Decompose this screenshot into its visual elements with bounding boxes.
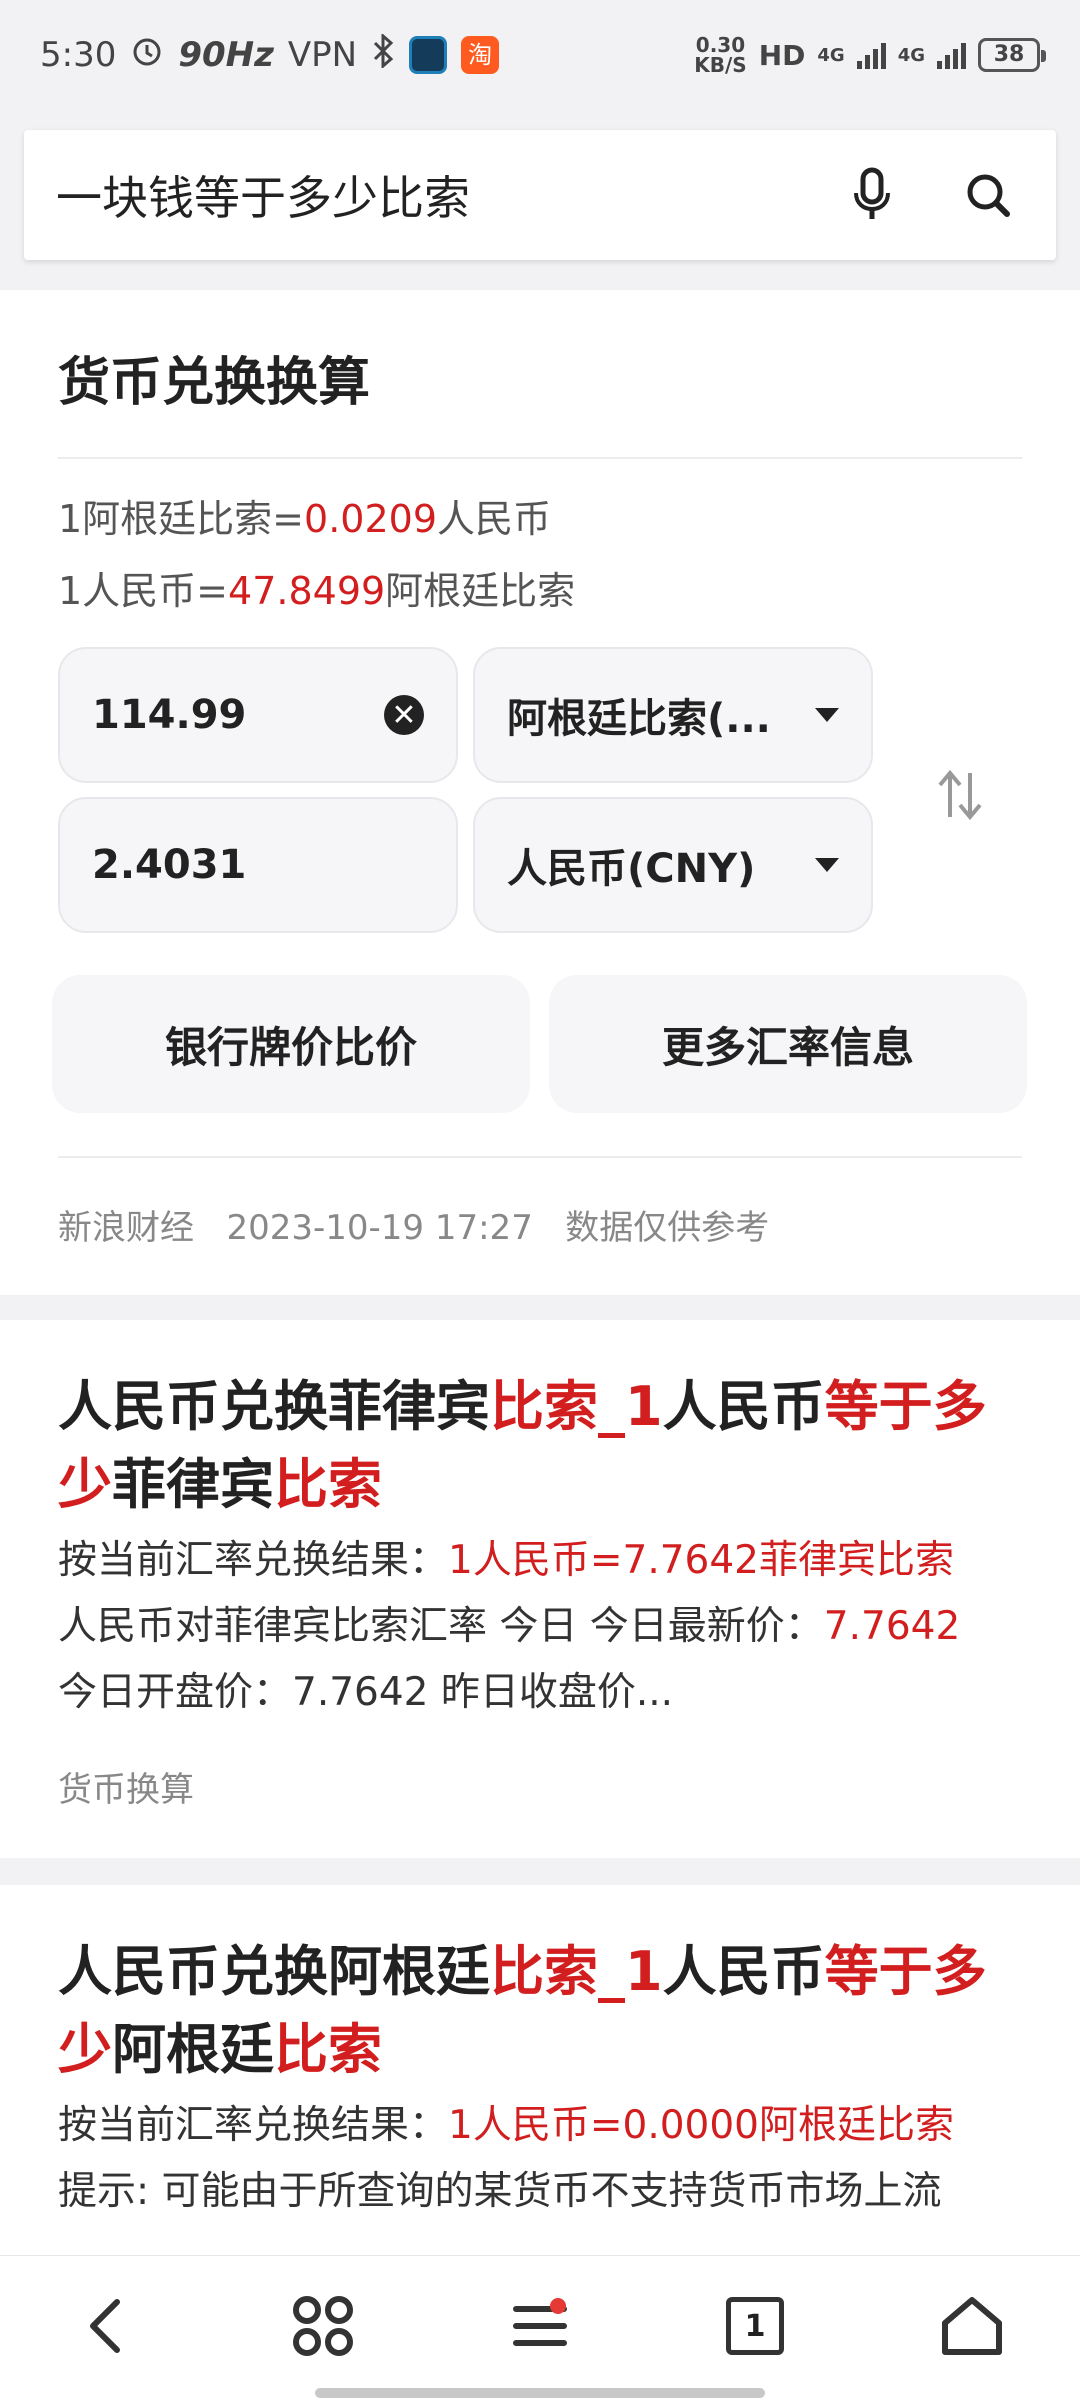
title-part: 人民币 <box>662 1375 825 1438</box>
rate-value: 47.8499 <box>228 569 386 613</box>
title-part-highlight: _1 <box>598 1375 663 1438</box>
from-amount-field[interactable]: 114.99 ✕ <box>58 647 458 783</box>
dropdown-arrow-icon <box>815 708 839 722</box>
battery-icon: 38 <box>978 38 1046 72</box>
swap-currency-icon[interactable] <box>930 760 990 830</box>
converter-title: 货币兑换换算 <box>58 353 371 413</box>
snippet-highlight: 7.7642 <box>823 1604 961 1649</box>
title-part: 人民币兑换阿根廷 <box>58 1940 490 2003</box>
refresh-rate-indicator: 90Hz <box>178 35 274 75</box>
to-amount-field[interactable]: 2.4031 <box>58 797 458 933</box>
title-part-highlight: _1 <box>598 1940 663 2003</box>
title-part: 人民币 <box>662 1940 825 2003</box>
rate-suffix: 人民币 <box>437 497 552 541</box>
to-currency-label: 人民币(CNY) <box>507 846 756 892</box>
dropdown-arrow-icon <box>815 858 839 872</box>
title-part-highlight: 比索 <box>274 1453 382 1516</box>
menu-icon[interactable] <box>500 2286 580 2366</box>
snippet-line: 按当前汇率兑换结果：1人民币=0.0000阿根廷比索 <box>58 2093 1028 2159</box>
network-type-2: 4G <box>897 44 925 66</box>
title-part-highlight: 比索 <box>490 1375 598 1438</box>
rate-ars-to-cny: 1阿根廷比索=0.0209人民币 <box>58 488 551 543</box>
search-result-card[interactable]: 人民币兑换菲律宾比索_1人民币等于多少菲律宾比索 按当前汇率兑换结果：1人民币=… <box>0 1320 1080 1858</box>
result-source-tag: 货币换算 <box>58 1770 194 1810</box>
title-part-highlight: 比索 <box>490 1940 598 2003</box>
rate-value: 0.0209 <box>304 497 437 541</box>
data-source: 新浪财经 2023-10-19 17:27 数据仅供参考 <box>58 1200 769 1249</box>
bluetooth-icon <box>371 32 395 77</box>
disclaimer: 数据仅供参考 <box>565 1208 770 1248</box>
result-snippet: 按当前汇率兑换结果：1人民币=7.7642菲律宾比索 人民币对菲律宾比索汇率 今… <box>58 1528 1028 1726</box>
divider <box>58 457 1022 459</box>
search-icon[interactable] <box>952 159 1024 231</box>
rate-prefix: 1人民币= <box>58 569 229 613</box>
search-bar[interactable]: 一块钱等于多少比索 <box>24 130 1056 260</box>
bottom-navigation-bar: 1 <box>0 2255 1080 2400</box>
rate-cny-to-ars: 1人民币=47.8499阿根廷比索 <box>58 560 575 615</box>
from-amount-input[interactable]: 114.99 <box>92 692 384 738</box>
microphone-icon[interactable] <box>836 159 908 231</box>
status-bar: 5:30 90Hz VPN 淘 0.30 KB/S HD 4G 4G 38 <box>0 0 1080 110</box>
apps-icon[interactable] <box>283 2286 363 2366</box>
from-currency-select[interactable]: 阿根廷比索(... <box>473 647 873 783</box>
rate-suffix: 阿根廷比索 <box>385 569 576 613</box>
signal-icon <box>856 41 886 69</box>
title-part: 人民币兑换菲律宾 <box>58 1375 490 1438</box>
snippet-line: 人民币对菲律宾比索汇率 今日 今日最新价：7.7642 <box>58 1594 1028 1660</box>
tabs-icon[interactable]: 1 <box>715 2286 795 2366</box>
notification-dot <box>550 2298 566 2314</box>
home-icon[interactable] <box>932 2286 1012 2366</box>
app-notification-icon <box>409 36 448 74</box>
network-type-1: 4G <box>817 44 845 66</box>
timestamp: 2023-10-19 17:27 <box>226 1208 533 1248</box>
taobao-notification-icon: 淘 <box>461 36 500 74</box>
snippet-text: 按当前汇率兑换结果： <box>58 2103 449 2148</box>
result-title[interactable]: 人民币兑换菲律宾比索_1人民币等于多少菲律宾比索 <box>58 1368 1018 1524</box>
result-snippet: 按当前汇率兑换结果：1人民币=0.0000阿根廷比索 提示: 可能由于所查询的某… <box>58 2093 1028 2225</box>
to-amount-input[interactable]: 2.4031 <box>92 842 424 888</box>
clock: 5:30 <box>40 35 117 75</box>
signal-icon-2 <box>937 41 966 69</box>
snippet-highlight: 1人民币=7.7642菲律宾比索 <box>448 1538 954 1583</box>
network-speed-unit: KB/S <box>694 53 747 77</box>
title-part-highlight: 比索 <box>274 2018 382 2081</box>
snippet-text: 按当前汇率兑换结果： <box>58 1538 449 1583</box>
search-result-card[interactable]: 人民币兑换阿根廷比索_1人民币等于多少阿根廷比索 按当前汇率兑换结果：1人民币=… <box>0 1885 1080 2255</box>
bank-rate-compare-button[interactable]: 银行牌价比价 <box>52 975 530 1113</box>
tab-count: 1 <box>726 2297 784 2355</box>
divider <box>58 1156 1022 1158</box>
source-name: 新浪财经 <box>58 1208 194 1248</box>
snippet-line: 今日开盘价：7.7642 昨日收盘价... <box>58 1670 674 1715</box>
snippet-line: 按当前汇率兑换结果：1人民币=7.7642菲律宾比索 <box>58 1528 1028 1594</box>
title-part: 阿根廷 <box>112 2018 274 2081</box>
hd-indicator: HD <box>758 38 806 72</box>
snippet-line: 提示: 可能由于所查询的某货币不支持货币市场上流 <box>58 2169 942 2214</box>
currency-converter-card: 货币兑换换算 1阿根廷比索=0.0209人民币 1人民币=47.8499阿根廷比… <box>0 290 1080 1295</box>
alarm-icon <box>130 34 164 77</box>
to-currency-select[interactable]: 人民币(CNY) <box>473 797 873 933</box>
result-title[interactable]: 人民币兑换阿根廷比索_1人民币等于多少阿根廷比索 <box>58 1933 1018 2089</box>
from-currency-label: 阿根廷比索(... <box>507 696 771 742</box>
snippet-highlight: 1人民币=0.0000阿根廷比索 <box>448 2103 954 2148</box>
rate-prefix: 1阿根廷比索= <box>58 497 305 541</box>
home-indicator[interactable] <box>315 2388 765 2398</box>
clear-icon[interactable]: ✕ <box>384 695 424 735</box>
network-speed: 0.30 KB/S <box>694 35 746 75</box>
snippet-text: 人民币对菲律宾比索汇率 今日 今日最新价： <box>58 1604 824 1649</box>
more-rate-info-button[interactable]: 更多汇率信息 <box>549 975 1027 1113</box>
back-icon[interactable] <box>65 2286 145 2366</box>
search-input[interactable]: 一块钱等于多少比索 <box>56 162 792 228</box>
vpn-indicator: VPN <box>287 35 358 75</box>
title-part: 菲律宾 <box>112 1453 274 1516</box>
